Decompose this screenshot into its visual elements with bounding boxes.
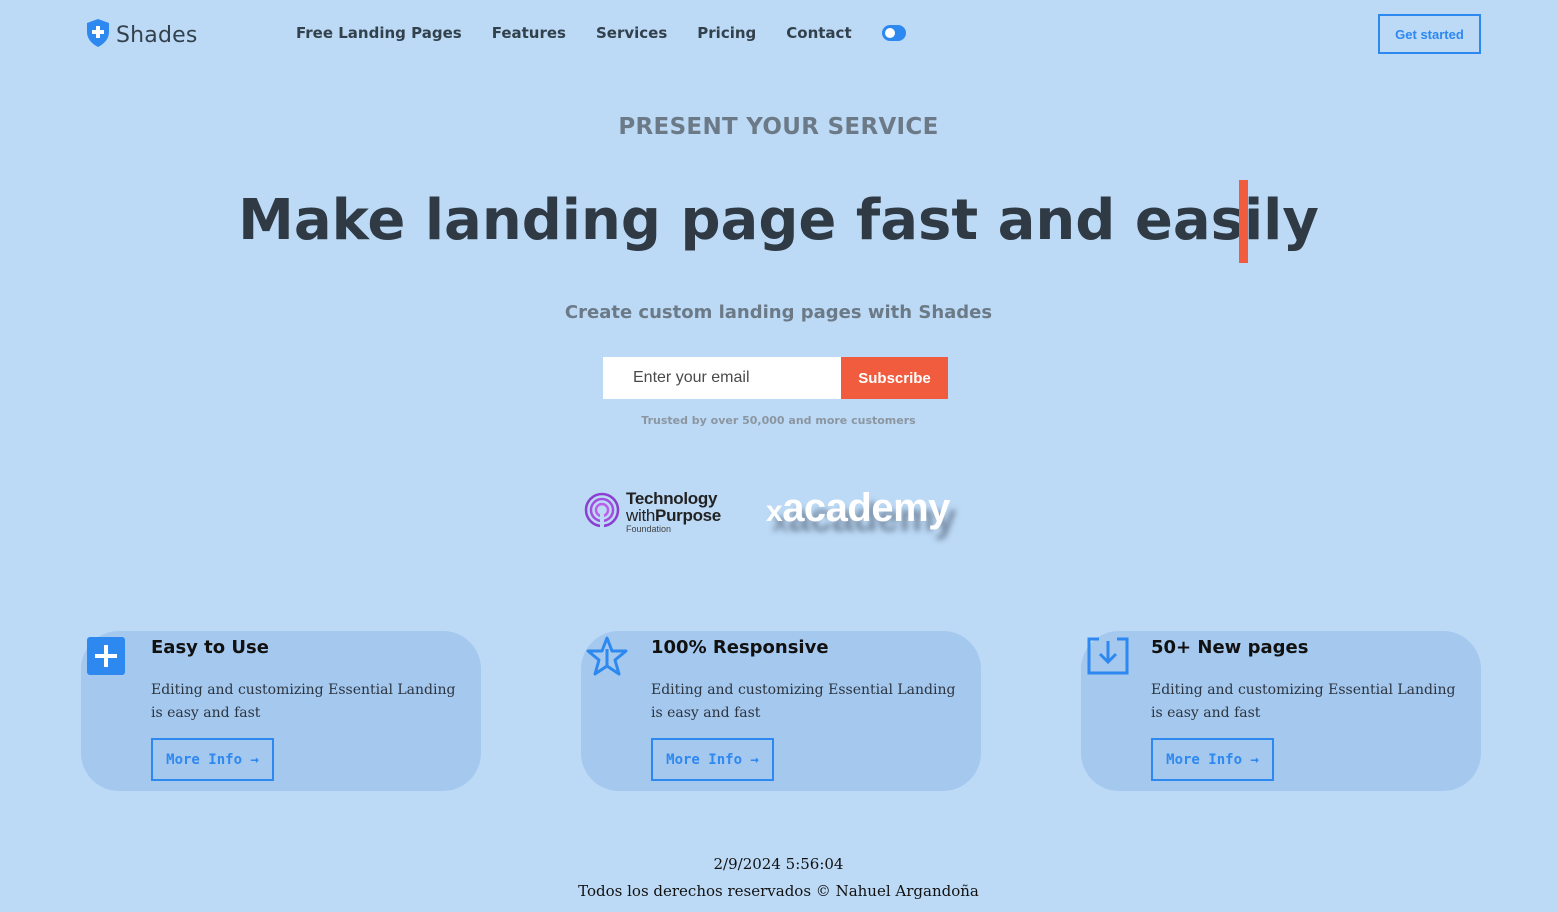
- footer-datetime: 2/9/2024 5:56:04: [713, 855, 844, 873]
- footer-copyright: Todos los derechos reservados © Nahuel A…: [578, 882, 979, 900]
- theme-toggle[interactable]: [881, 25, 906, 41]
- feature-title: Easy to Use: [151, 637, 269, 658]
- subscribe-button[interactable]: Subscribe: [841, 357, 948, 399]
- xacademy-logo: xacademy: [766, 486, 950, 530]
- get-started-button[interactable]: Get started: [1378, 14, 1481, 54]
- more-info-button[interactable]: More Info →: [1151, 738, 1274, 781]
- nav-link-free-landing-pages[interactable]: Free Landing Pages: [296, 24, 462, 42]
- hero-eyebrow: PRESENT YOUR SERVICE: [618, 114, 939, 140]
- fingerprint-icon: [584, 489, 622, 535]
- plus-square-icon: [85, 635, 127, 681]
- feature-text: Editing and customizing Essential Landin…: [651, 682, 956, 721]
- toggle-knob: [884, 28, 895, 38]
- email-input[interactable]: [603, 357, 841, 399]
- twp-line1: Technology: [626, 489, 718, 508]
- brand-logo[interactable]: Shades: [86, 18, 198, 52]
- feature-title: 50+ New pages: [1151, 637, 1309, 658]
- star-icon: [585, 635, 629, 681]
- feature-card-new-pages: 50+ New pages Editing and customizing Es…: [1081, 631, 1481, 791]
- feature-text: Editing and customizing Essential Landin…: [151, 682, 456, 721]
- nav-link-features[interactable]: Features: [492, 24, 566, 42]
- feature-title: 100% Responsive: [651, 637, 829, 658]
- trusted-text: Trusted by over 50,000 and more customer…: [641, 414, 916, 427]
- more-info-button[interactable]: More Info →: [151, 738, 274, 781]
- shield-plus-icon: [86, 18, 110, 52]
- feature-card-responsive: 100% Responsive Editing and customizing …: [581, 631, 981, 791]
- nav-link-pricing[interactable]: Pricing: [697, 24, 756, 42]
- nav-links: Free Landing Pages Features Services Pri…: [296, 24, 906, 42]
- nav-link-contact[interactable]: Contact: [786, 24, 851, 42]
- hero-subtitle: Create custom landing pages with Shades: [564, 302, 993, 323]
- twp-line3: Foundation: [626, 524, 672, 534]
- typing-caret: [1239, 180, 1248, 263]
- signup-form: Subscribe: [603, 357, 948, 399]
- hero-title: Make landing page fast and easily: [238, 188, 1319, 253]
- twp-line2: withPurpose: [626, 506, 721, 525]
- top-nav: Shades Free Landing Pages Features Servi…: [0, 0, 1557, 70]
- feature-text: Editing and customizing Essential Landin…: [1151, 682, 1456, 721]
- nav-link-services[interactable]: Services: [596, 24, 667, 42]
- download-icon: [1085, 635, 1131, 681]
- feature-card-easy-to-use: Easy to Use Editing and customizing Esse…: [81, 631, 481, 791]
- more-info-button[interactable]: More Info →: [651, 738, 774, 781]
- brand-name: Shades: [116, 22, 198, 48]
- technology-with-purpose-logo: Technology withPurpose Foundation: [584, 489, 721, 535]
